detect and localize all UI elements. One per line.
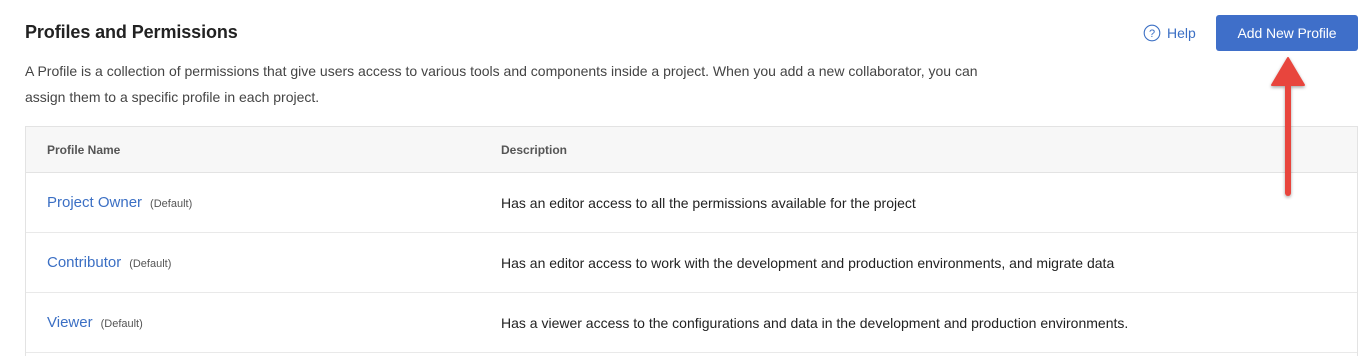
svg-text:?: ?: [1149, 28, 1155, 40]
profile-name-cell: Viewer (Default): [26, 314, 501, 331]
profiles-page: Profiles and Permissions A Profile is a …: [0, 0, 1371, 356]
help-link[interactable]: ? Help: [1143, 24, 1196, 42]
profile-description: Has an editor access to work with the de…: [501, 254, 1115, 271]
profile-link-project-owner[interactable]: Project Owner: [47, 194, 142, 211]
default-tag: (Default): [150, 198, 193, 210]
profile-link-contributor[interactable]: Contributor: [47, 254, 121, 271]
question-circle-icon: ?: [1143, 24, 1161, 42]
profile-link-viewer[interactable]: Viewer: [47, 314, 93, 331]
profile-description: Has a viewer access to the configuration…: [501, 314, 1129, 331]
default-tag: (Default): [100, 318, 143, 330]
column-header-profile-name: Profile Name: [47, 142, 121, 157]
table-header: Profile Name Description: [26, 127, 1357, 173]
profiles-table: Profile Name Description Project Owner (…: [25, 126, 1358, 356]
table-row: Contributor (Default) Has an editor acce…: [26, 233, 1357, 293]
add-new-profile-button[interactable]: Add New Profile: [1216, 15, 1358, 51]
profile-description: Has an editor access to all the permissi…: [501, 194, 916, 211]
page-description: A Profile is a collection of permissions…: [25, 63, 978, 105]
help-label: Help: [1167, 25, 1196, 41]
profile-name-cell: Contributor (Default): [26, 254, 501, 271]
annotation-arrow-icon: [1271, 57, 1305, 196]
profile-name-cell: Project Owner (Default): [26, 194, 501, 211]
table-row: Project Owner (Default) Has an editor ac…: [26, 173, 1357, 233]
table-row: Viewer (Default) Has a viewer access to …: [26, 293, 1357, 353]
default-tag: (Default): [129, 258, 172, 270]
column-header-description: Description: [501, 142, 568, 157]
page-title: Profiles and Permissions: [25, 22, 238, 42]
